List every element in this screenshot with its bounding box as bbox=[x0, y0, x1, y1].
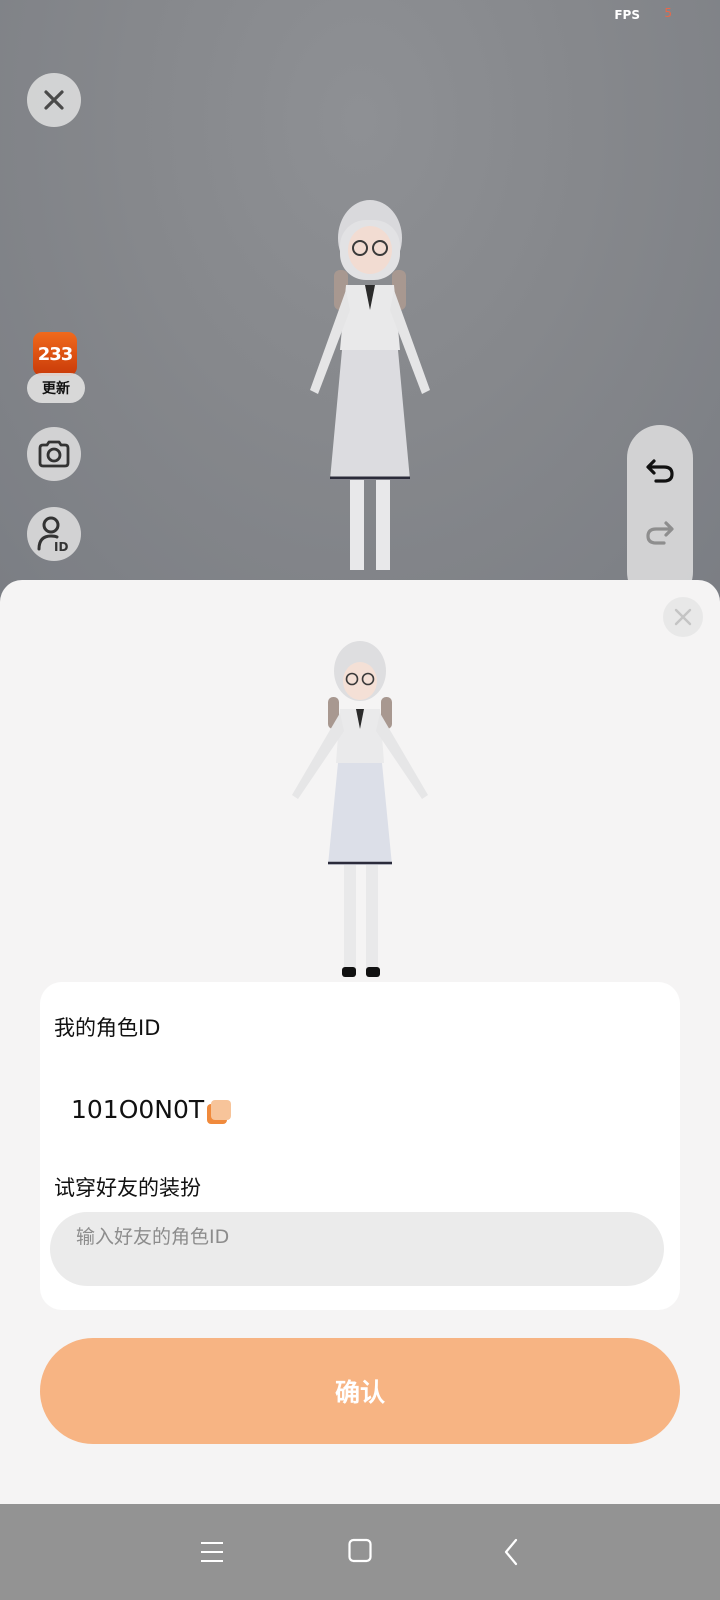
user-id-icon: ID bbox=[37, 516, 68, 553]
close-icon bbox=[44, 90, 64, 110]
menu-icon[interactable] bbox=[200, 1541, 224, 1563]
fps-value: 5 bbox=[664, 6, 672, 20]
sheet-close-button[interactable] bbox=[663, 597, 703, 637]
avatar-scene-viewport[interactable]: FPS 5 233 更新 ID bbox=[0, 0, 720, 605]
svg-text:ID: ID bbox=[54, 540, 68, 553]
camera-icon bbox=[38, 440, 70, 468]
fps-label: FPS bbox=[614, 8, 640, 22]
avatar-preview bbox=[292, 641, 428, 977]
confirm-button[interactable]: 确认 bbox=[40, 1338, 680, 1444]
avatar-3d-figure[interactable] bbox=[270, 190, 470, 590]
app-233-badge[interactable]: 233 bbox=[33, 332, 77, 376]
redo-icon[interactable] bbox=[644, 517, 676, 547]
back-icon[interactable] bbox=[503, 1538, 519, 1566]
system-nav-bar bbox=[0, 1504, 720, 1600]
close-scene-button[interactable] bbox=[27, 73, 81, 127]
camera-button[interactable] bbox=[27, 427, 81, 481]
update-label[interactable]: 更新 bbox=[27, 373, 85, 403]
friend-role-id-input[interactable] bbox=[50, 1212, 664, 1286]
close-icon bbox=[674, 608, 692, 626]
my-role-id-value: 101O0N0T bbox=[71, 1095, 205, 1124]
my-role-id-title: 我的角色ID bbox=[54, 1016, 161, 1040]
undo-icon[interactable] bbox=[644, 455, 676, 485]
home-icon[interactable] bbox=[348, 1538, 372, 1564]
undo-redo-panel bbox=[627, 425, 693, 605]
role-id-button[interactable]: ID bbox=[27, 507, 81, 561]
copy-icon[interactable] bbox=[206, 1099, 232, 1125]
try-friend-outfit-title: 试穿好友的装扮 bbox=[54, 1176, 201, 1200]
